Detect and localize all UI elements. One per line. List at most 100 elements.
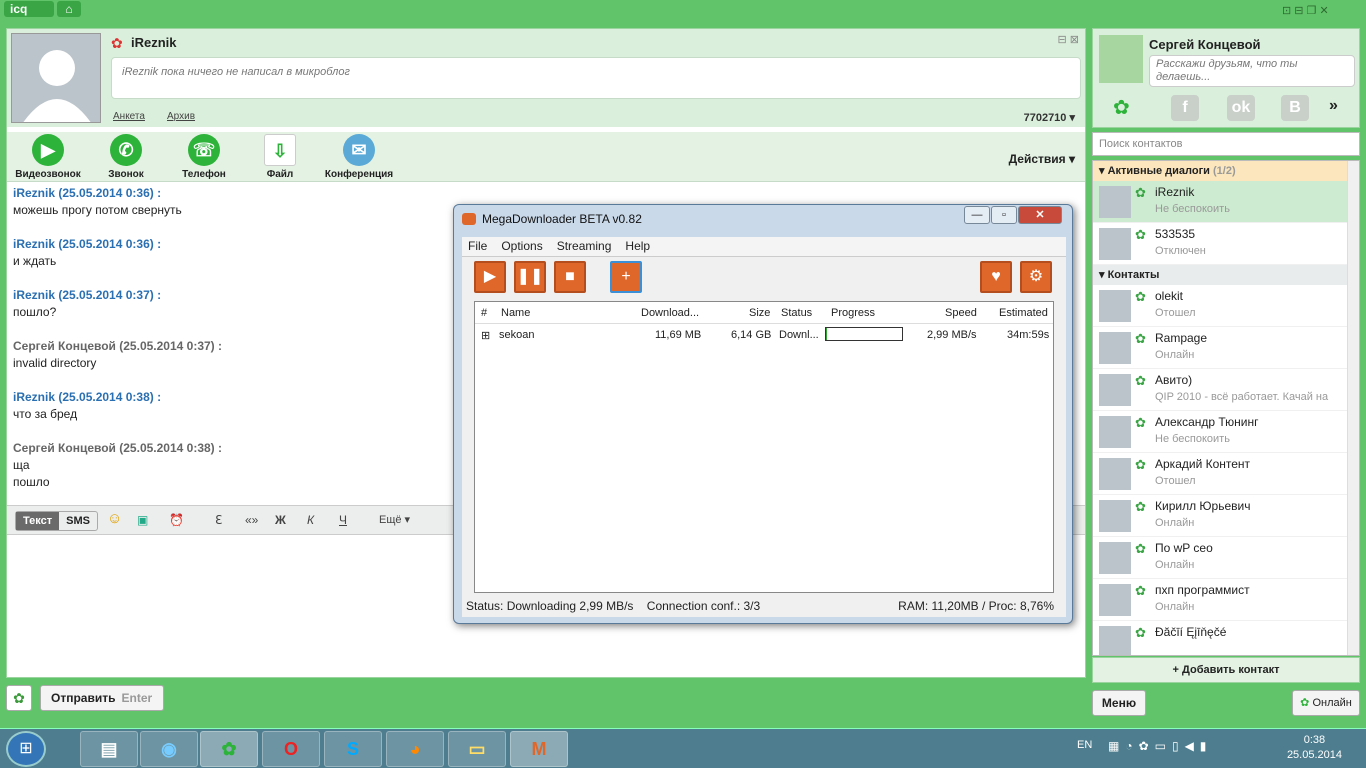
minimize-button[interactable]: —: [964, 206, 990, 224]
add-contact-button[interactable]: + Добавить контакт: [1092, 657, 1360, 683]
actions-menu[interactable]: Действия ▾: [1009, 152, 1075, 166]
facebook-icon[interactable]: f: [1171, 95, 1199, 121]
close-button[interactable]: ✕: [1018, 206, 1062, 224]
contact-item[interactable]: ✿ Đăčīí Ęįīňęčé: [1093, 621, 1359, 655]
message-text: invalid directory: [13, 356, 97, 370]
menu-options[interactable]: Options: [501, 239, 542, 254]
menu-streaming[interactable]: Streaming: [557, 239, 612, 254]
start-button[interactable]: ⊞: [6, 731, 46, 767]
contacts-list: ✿ olekit Отошел ✿ Rampage Онлайн ✿ Авито) QIP 20…: [1093, 285, 1359, 655]
col-number[interactable]: #: [481, 307, 487, 319]
contact-item[interactable]: ✿ olekit Отошел: [1093, 285, 1359, 327]
status-online-button[interactable]: ✿ Онлайн: [1292, 690, 1360, 716]
telephone-button[interactable]: ☏ Телефон: [169, 134, 239, 180]
archive-link[interactable]: Архив: [167, 111, 195, 122]
taskbar-firefox-icon[interactable]: ◕: [386, 731, 444, 767]
underline-button[interactable]: Ч: [339, 513, 347, 527]
maximize-button[interactable]: ▫: [991, 206, 1017, 224]
taskbar-opera-icon[interactable]: O: [262, 731, 320, 767]
group-active-dialogs[interactable]: ▾ Активные диалоги (1/2): [1093, 161, 1359, 181]
contact-item[interactable]: ✿ Александр Тюнинг Не беспокоить: [1093, 411, 1359, 453]
italic-button[interactable]: К: [307, 513, 314, 527]
col-status[interactable]: Status: [781, 307, 812, 319]
ram-text: RAM: 11,20MB / Proc: 8,76%: [898, 599, 1054, 613]
icq-logo[interactable]: icq: [4, 1, 54, 17]
contact-item[interactable]: ✿ Rampage Онлайн: [1093, 327, 1359, 369]
contact-item[interactable]: ✿ Кирилл Юрьевич Онлайн: [1093, 495, 1359, 537]
home-icon[interactable]: ⌂: [57, 1, 81, 17]
file-button[interactable]: ⇩ Файл: [245, 134, 315, 180]
mode-switch[interactable]: Текст SMS: [15, 511, 98, 531]
tray-icons[interactable]: ▦◔✿▭▯◀▮: [1108, 739, 1212, 753]
message-header: Сергей Концевой (25.05.2014 0:37) :: [13, 339, 222, 353]
col-progress[interactable]: Progress: [831, 307, 875, 319]
contact-name: iReznik: [131, 35, 177, 50]
contact-status: Отошел: [1155, 307, 1196, 319]
self-avatar[interactable]: [1099, 35, 1143, 83]
contact-avatar[interactable]: [11, 33, 101, 123]
menu-button[interactable]: Меню: [1092, 690, 1146, 716]
conference-button[interactable]: ✉ Конференция: [319, 134, 399, 180]
download-row[interactable]: ⊞ sekoan 11,69 MB 6,14 GB Downl... 2,99 …: [475, 324, 1053, 344]
col-downloaded[interactable]: Download...: [641, 307, 699, 319]
send-button[interactable]: Отправить Enter: [40, 685, 164, 711]
taskbar-explorer-icon[interactable]: ▭: [448, 731, 506, 767]
call-button[interactable]: ✆ Звонок: [91, 134, 161, 180]
quote-button[interactable]: «»: [245, 513, 258, 527]
stop-icon[interactable]: ■: [554, 261, 586, 293]
more-menu[interactable]: Ещё ▾: [379, 513, 410, 526]
clock[interactable]: 0:38 25.05.2014: [1287, 733, 1342, 763]
contact-list-scrollbar[interactable]: [1347, 161, 1359, 655]
tv-icon[interactable]: ▣: [137, 513, 148, 527]
col-size[interactable]: Size: [749, 307, 770, 319]
heart-icon[interactable]: ♥: [980, 261, 1012, 293]
taskbar-media-icon[interactable]: ◉: [140, 731, 198, 767]
contact-item[interactable]: ✿ пхп программист Онлайн: [1093, 579, 1359, 621]
taskbar-megadownloader-icon[interactable]: M: [510, 731, 568, 767]
status-icon: ✿: [1135, 625, 1146, 640]
language-indicator[interactable]: EN: [1077, 739, 1092, 751]
expand-icon[interactable]: ⊞: [481, 329, 490, 342]
avatar-small-icon[interactable]: ✿: [6, 685, 32, 711]
megadownloader-window: MegaDownloader BETA v0.82 — ▫ ✕ File Opt…: [453, 204, 1073, 624]
col-speed[interactable]: Speed: [945, 307, 977, 319]
sms-tab[interactable]: SMS: [59, 512, 97, 530]
contact-item[interactable]: ✿ Авито) QIP 2010 - всё работает. Качай на: [1093, 369, 1359, 411]
contact-item[interactable]: ✿ Аркадий Контент Отошел: [1093, 453, 1359, 495]
translit-icon[interactable]: Ꜫ: [215, 513, 222, 527]
group-contacts[interactable]: ▾ Контакты: [1093, 265, 1359, 285]
contact-item[interactable]: ✿ По wP ceo Онлайн: [1093, 537, 1359, 579]
uin-dropdown[interactable]: 7702710 ▾: [1024, 111, 1075, 124]
icq-flower-icon[interactable]: ✿: [1113, 95, 1130, 120]
add-icon[interactable]: +: [610, 261, 642, 293]
text-tab[interactable]: Текст: [16, 512, 60, 530]
pause-icon[interactable]: ❚❚: [514, 261, 546, 293]
vkontakte-icon[interactable]: B: [1281, 95, 1309, 121]
row-speed: 2,99 MB/s: [927, 329, 977, 341]
menu-file[interactable]: File: [468, 239, 487, 254]
col-estimated[interactable]: Estimated: [999, 307, 1048, 319]
contact-item[interactable]: ✿ iReznik Не беспокоить: [1093, 181, 1359, 223]
taskbar-icq-icon[interactable]: ✿: [200, 731, 258, 767]
contact-search-input[interactable]: Поиск контактов: [1092, 132, 1360, 156]
panel-controls[interactable]: ⊟ ⊠: [1058, 33, 1080, 46]
play-icon[interactable]: ▶: [474, 261, 506, 293]
col-name[interactable]: Name: [501, 307, 530, 319]
contact-item[interactable]: ✿ 533535 Отключен: [1093, 223, 1359, 265]
contact-status: Не беспокоить: [1155, 203, 1230, 215]
smile-icon[interactable]: ☺: [107, 510, 122, 527]
videocall-button[interactable]: ▶ Видеозвонок: [13, 134, 83, 180]
odnoklassniki-icon[interactable]: ok: [1227, 95, 1255, 121]
taskbar-skype-icon[interactable]: S: [324, 731, 382, 767]
alarm-icon[interactable]: ⏰: [169, 513, 184, 527]
row-estimated: 34m:59s: [1007, 329, 1050, 341]
profile-link[interactable]: Анкета: [113, 111, 145, 122]
taskbar-notepad-icon[interactable]: ▤: [80, 731, 138, 767]
bold-button[interactable]: Ж: [275, 513, 286, 527]
status-input[interactable]: Расскажи друзьям, что ты делаешь...: [1149, 55, 1355, 87]
contact-name: Авито): [1155, 373, 1193, 387]
more-icon[interactable]: »: [1329, 97, 1338, 115]
window-controls[interactable]: ⊡ ⊟ ❐ ✕: [1282, 4, 1329, 17]
settings-icon[interactable]: ⚙: [1020, 261, 1052, 293]
menu-help[interactable]: Help: [625, 239, 650, 254]
